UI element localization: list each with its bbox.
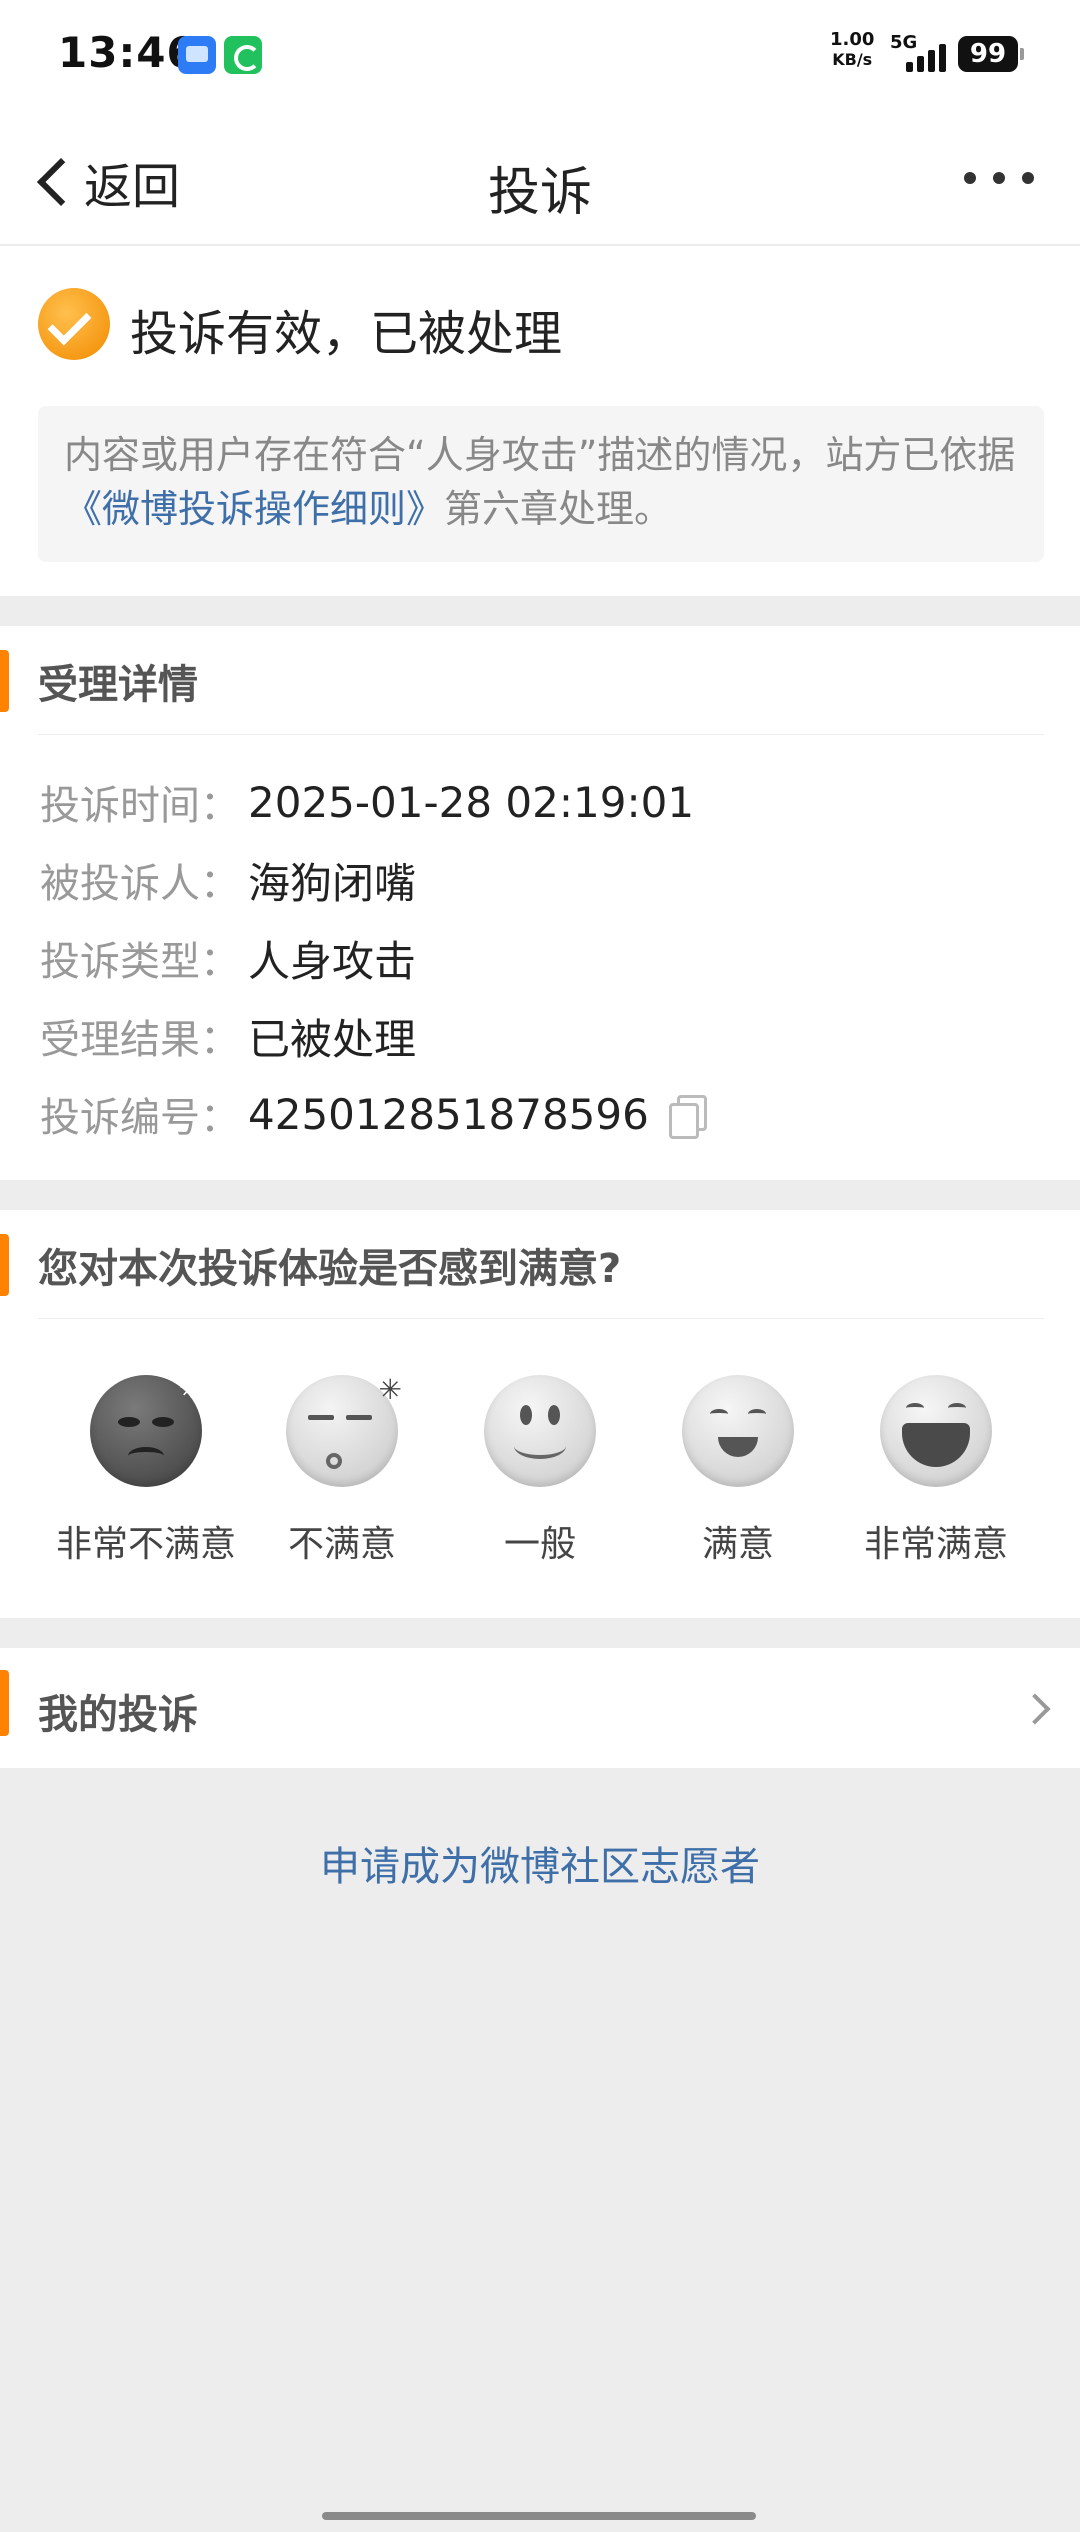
detail-row-target: 被投诉人： 海狗闭嘴 (40, 850, 416, 910)
result-desc-suffix: 第六章处理。 (444, 487, 673, 531)
my-complaints-row[interactable]: 我的投诉 (0, 1648, 1080, 1768)
copy-icon[interactable] (668, 1095, 707, 1139)
detail-card: 受理详情 投诉时间： 2025-01-28 02:19:01 被投诉人： 海狗闭… (0, 626, 1080, 1180)
detail-section-header: 受理详情 (0, 626, 1080, 735)
section-accent-bar (0, 650, 9, 712)
detail-value: 425012851878596 (248, 1089, 649, 1139)
rating-option-label: 非常满意 (863, 1524, 1008, 1565)
rating-option-label: 满意 (701, 1524, 774, 1565)
rating-option-satisfied[interactable]: 满意 (638, 1375, 838, 1567)
network-speed: 1.00 KB/s (830, 30, 874, 70)
more-dots-icon[interactable] (964, 172, 1034, 192)
result-desc-prefix: 内容或用户存在符合“人身攻击”描述的情况，站方已依据 (64, 433, 1016, 477)
divider (38, 1318, 1044, 1319)
very-satisfied-face-icon (880, 1375, 992, 1487)
detail-row-time: 投诉时间： 2025-01-28 02:19:01 (40, 772, 694, 832)
rules-link[interactable]: 《微博投诉操作细则》 (64, 487, 444, 531)
result-card: 投诉有效，已被处理 内容或用户存在符合“人身攻击”描述的情况，站方已依据《微博投… (0, 246, 1080, 596)
section-accent-bar (0, 1234, 9, 1296)
app-notification-icon (178, 36, 216, 74)
battery-icon: 99 (958, 36, 1024, 72)
dissatisfied-face-icon: ✳ (286, 1373, 402, 1487)
rating-option-label: 非常不满意 (55, 1524, 236, 1565)
satisfied-face-icon (682, 1375, 794, 1487)
detail-label: 被投诉人： (40, 861, 240, 907)
home-indicator[interactable] (322, 2512, 756, 2520)
rating-question: 您对本次投诉体验是否感到满意? (38, 1246, 622, 1292)
rating-option-label: 一般 (503, 1524, 576, 1565)
detail-section-title: 受理详情 (38, 662, 198, 708)
rating-option-dissatisfied[interactable]: ✳ 不满意 (242, 1373, 442, 1567)
divider (38, 734, 1044, 735)
detail-value: 已被处理 (248, 1014, 417, 1064)
detail-value: 2025-01-28 02:19:01 (248, 777, 695, 827)
phone-app-icon (224, 36, 262, 74)
detail-row-type: 投诉类型： 人身攻击 (40, 928, 416, 988)
result-title: 投诉有效，已被处理 (130, 306, 563, 362)
my-complaints-title: 我的投诉 (38, 1692, 198, 1738)
chevron-right-icon (1019, 1693, 1051, 1725)
very-dissatisfied-face-icon: ✳ (90, 1371, 204, 1487)
detail-label: 投诉时间： (40, 783, 240, 829)
neutral-face-icon (484, 1375, 596, 1487)
page-title: 投诉 (487, 163, 592, 223)
detail-row-number: 投诉编号： 425012851878596 (40, 1084, 707, 1144)
rating-option-very-dissatisfied[interactable]: ✳ 非常不满意 (46, 1371, 246, 1567)
detail-label: 投诉类型： (40, 939, 240, 985)
rating-option-very-satisfied[interactable]: 非常满意 (836, 1375, 1036, 1567)
network-speed-unit: KB/s (832, 50, 873, 69)
nav-bar: 返回 投诉 (0, 110, 1080, 245)
check-circle-icon (38, 288, 110, 360)
signal-icon (906, 44, 950, 72)
detail-row-result: 受理结果： 已被处理 (40, 1006, 416, 1066)
volunteer-link[interactable]: 申请成为微博社区志愿者 (0, 1834, 1080, 1892)
status-bar: 13:46 1.00 KB/s 5G 99 (0, 0, 1080, 110)
rating-card: 您对本次投诉体验是否感到满意? ✳ 非常不满意 ✳ 不满意 一般 满意 非常满意 (0, 1210, 1080, 1618)
detail-value: 海狗闭嘴 (248, 858, 417, 908)
result-description: 内容或用户存在符合“人身攻击”描述的情况，站方已依据《微博投诉操作细则》第六章处… (38, 406, 1044, 562)
rating-option-label: 不满意 (287, 1524, 396, 1565)
detail-label: 投诉编号： (40, 1095, 240, 1141)
rating-section-header: 您对本次投诉体验是否感到满意? (0, 1210, 1080, 1319)
detail-value: 人身攻击 (248, 936, 417, 986)
section-accent-bar (0, 1670, 9, 1736)
detail-label: 受理结果： (40, 1017, 240, 1063)
rating-option-neutral[interactable]: 一般 (440, 1375, 640, 1567)
network-speed-value: 1.00 (830, 29, 875, 50)
status-time: 13:46 (58, 28, 197, 77)
